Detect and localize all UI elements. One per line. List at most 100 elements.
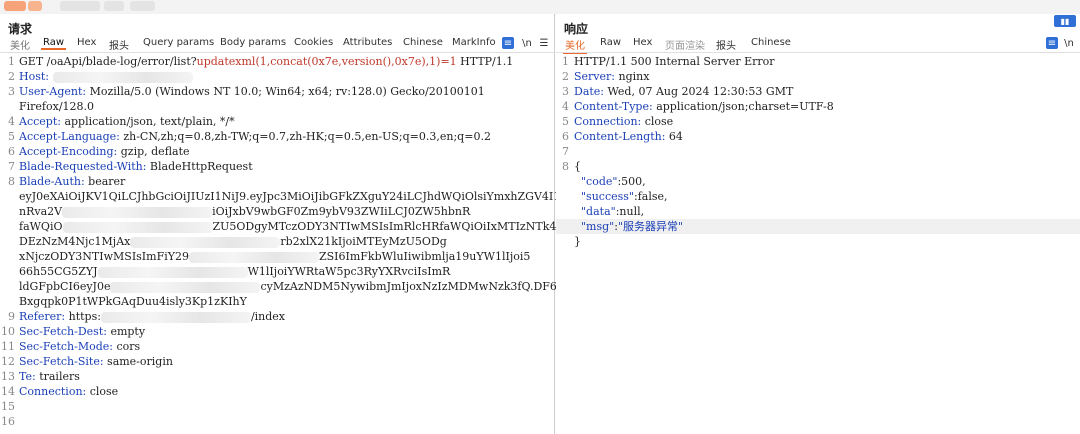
- header-name: Content-Type:: [574, 100, 653, 113]
- tab-3[interactable]: 页面渲染: [663, 37, 707, 52]
- code-line: 4 Accept: application/json, text/plain, *…: [0, 114, 554, 129]
- toolbar-button[interactable]: [104, 1, 124, 11]
- code-line: Bxgqpk0P1tWPkGAqDuu4isly3Kp1zKIhY: [0, 294, 554, 309]
- code-line: 8{: [556, 159, 1080, 174]
- code-text: 66h55CG5ZYJ W1lIjoiYWRtaW5pc3RyYXRvciIsIm…: [19, 264, 450, 279]
- response-pane: 响应 ▮▮ 美化 Raw Hex 页面渲染 报头 Chinese ≡ \n 1 HTTP/1…: [556, 14, 1080, 434]
- header-value: iOiJxbV9wbGF0Zm9ybV93ZWIiLCJ0ZW5hbnR: [212, 205, 471, 218]
- toolbar-button[interactable]: [28, 1, 42, 11]
- injection-payload: updatexml(1,concat(0x7e,version(),0x7e),…: [196, 55, 457, 68]
- response-editor[interactable]: 1 HTTP/1.1 500 Internal Server Error 2 Serv…: [556, 54, 1080, 249]
- request-title: 请求: [8, 22, 33, 36]
- code-text: }: [574, 234, 581, 249]
- code-line: 3 Date: Wed, 07 Aug 2024 12:30:53 GMT: [556, 84, 1080, 99]
- redacted-blur: [100, 311, 251, 323]
- line-number: 3: [8, 85, 15, 98]
- code-line: "code":500,: [556, 174, 1080, 189]
- layout-icon[interactable]: ▮▮: [1054, 15, 1076, 27]
- header-value: application/json;charset=UTF-8: [652, 100, 834, 113]
- tab-4[interactable]: 报头: [714, 37, 738, 52]
- header-name: Server:: [574, 70, 615, 83]
- header-value: ZU5ODgyMTczODY3NTIwMSIsImRlcHRfaWQiOiIxM…: [212, 220, 566, 233]
- line-number: 11: [1, 340, 15, 353]
- tab-5[interactable]: Chinese: [749, 37, 793, 48]
- line-number: 8: [8, 175, 15, 188]
- code-text: {: [574, 159, 581, 174]
- redacted-blur: [97, 266, 248, 278]
- header-value: zh-CN,zh;q=0.8,zh-TW;q=0.7,zh-HK;q=0.5,e…: [119, 130, 491, 143]
- header-value: cors: [113, 340, 141, 353]
- pretty-icon[interactable]: ≡: [502, 37, 514, 49]
- code-line: DEzNzM4Njc1MjAx rb2xlX21kIjoiMTEyMzU5ODg: [0, 234, 554, 249]
- header-name: Sec-Fetch-Site:: [19, 355, 104, 368]
- header-value: nginx: [615, 70, 650, 83]
- pretty-icon[interactable]: ≡: [1046, 37, 1058, 49]
- code-text: ldGFpbCI6eyJ0e cyMzAzNDM5NywibmJmIjoxNzIz…: [19, 279, 614, 294]
- newline-icon[interactable]: \n: [1062, 37, 1076, 49]
- tab-1[interactable]: Raw: [598, 37, 623, 48]
- header-value: DEzNzM4Njc1MjAx: [19, 235, 131, 248]
- line-number: 16: [1, 415, 15, 428]
- newline-icon[interactable]: \n: [520, 37, 534, 49]
- tab-0[interactable]: 美化: [8, 37, 32, 52]
- code-text: Date: Wed, 07 Aug 2024 12:30:53 GMT: [574, 84, 793, 99]
- toolbar-button[interactable]: [4, 1, 26, 11]
- code-text: "msg":"服务器异常": [574, 219, 683, 234]
- tab-4[interactable]: Query params: [141, 37, 216, 48]
- line-number: 7: [562, 145, 569, 158]
- code-text: GET /oaApi/blade-log/error/list?updatexm…: [19, 54, 513, 69]
- toolbar-button[interactable]: [60, 1, 100, 11]
- header-value: ldGFpbCI6eyJ0e: [19, 280, 111, 293]
- header-value: [49, 70, 53, 83]
- tab-9[interactable]: MarkInfo: [450, 37, 498, 48]
- code-line: 7: [556, 144, 1080, 159]
- code-text: Accept-Encoding: gzip, deflate: [19, 144, 190, 159]
- code-line: 1 GET /oaApi/blade-log/error/list?updatex…: [0, 54, 554, 69]
- line-number: 6: [8, 145, 15, 158]
- tab-7[interactable]: Attributes: [341, 37, 394, 48]
- tab-5[interactable]: Body params: [218, 37, 288, 48]
- header-value: close: [86, 385, 119, 398]
- code-line: 14 Connection: close: [0, 384, 554, 399]
- request-pane: 请求 美化 Raw Hex 报头 Query params Body params Cook…: [0, 14, 614, 434]
- tab-3[interactable]: 报头: [107, 37, 131, 52]
- header-value: rb2xlX21kIjoiMTEyMzU5ODg: [280, 235, 447, 248]
- header-name: Sec-Fetch-Dest:: [19, 325, 107, 338]
- tab-8[interactable]: Chinese: [401, 37, 445, 48]
- code-line: 15: [0, 399, 554, 414]
- code-line: 10 Sec-Fetch-Dest: empty: [0, 324, 554, 339]
- code-line: 2 Server: nginx: [556, 69, 1080, 84]
- line-number: 5: [8, 130, 15, 143]
- tab-1[interactable]: Raw: [41, 37, 67, 50]
- code-text: Connection: close: [574, 114, 673, 129]
- code-line: 5 Connection: close: [556, 114, 1080, 129]
- header-name: Sec-Fetch-Mode:: [19, 340, 113, 353]
- line-number: 13: [1, 370, 15, 383]
- top-toolbar-strip: [0, 0, 1080, 15]
- menu-icon[interactable]: ☰: [538, 37, 550, 49]
- header-value: nRva2V: [19, 205, 63, 218]
- code-line: 16: [0, 414, 554, 429]
- redacted-blur: [110, 281, 261, 293]
- header-value: Wed, 07 Aug 2024 12:30:53 GMT: [604, 85, 794, 98]
- tab-2[interactable]: Hex: [75, 37, 98, 48]
- line-number: 14: [1, 385, 15, 398]
- code-text: Bxgqpk0P1tWPkGAqDuu4isly3Kp1zKIhY: [19, 294, 247, 309]
- tab-6[interactable]: Cookies: [292, 37, 335, 48]
- header-value: {: [574, 160, 581, 173]
- tab-2[interactable]: Hex: [631, 37, 654, 48]
- header-name: Accept-Encoding:: [19, 145, 118, 158]
- code-line: 8 Blade-Auth: bearer: [0, 174, 554, 189]
- request-editor[interactable]: 1 GET /oaApi/blade-log/error/list?updatex…: [0, 54, 614, 429]
- response-tabs: 美化 Raw Hex 页面渲染 报头 Chinese: [556, 36, 1080, 54]
- redacted-blur: [130, 236, 281, 248]
- toolbar-button[interactable]: [130, 1, 155, 11]
- code-text: Content-Length: 64: [574, 129, 683, 144]
- code-text: "data":null,: [574, 204, 644, 219]
- line-number: 12: [1, 355, 15, 368]
- code-text: User-Agent: Mozilla/5.0 (Windows NT 10.0…: [19, 84, 485, 99]
- code-text: Te: trailers: [19, 369, 80, 384]
- code-text: HTTP/1.1 500 Internal Server Error: [574, 54, 775, 69]
- line-number: 1: [562, 55, 569, 68]
- json-key: "msg": [581, 220, 615, 233]
